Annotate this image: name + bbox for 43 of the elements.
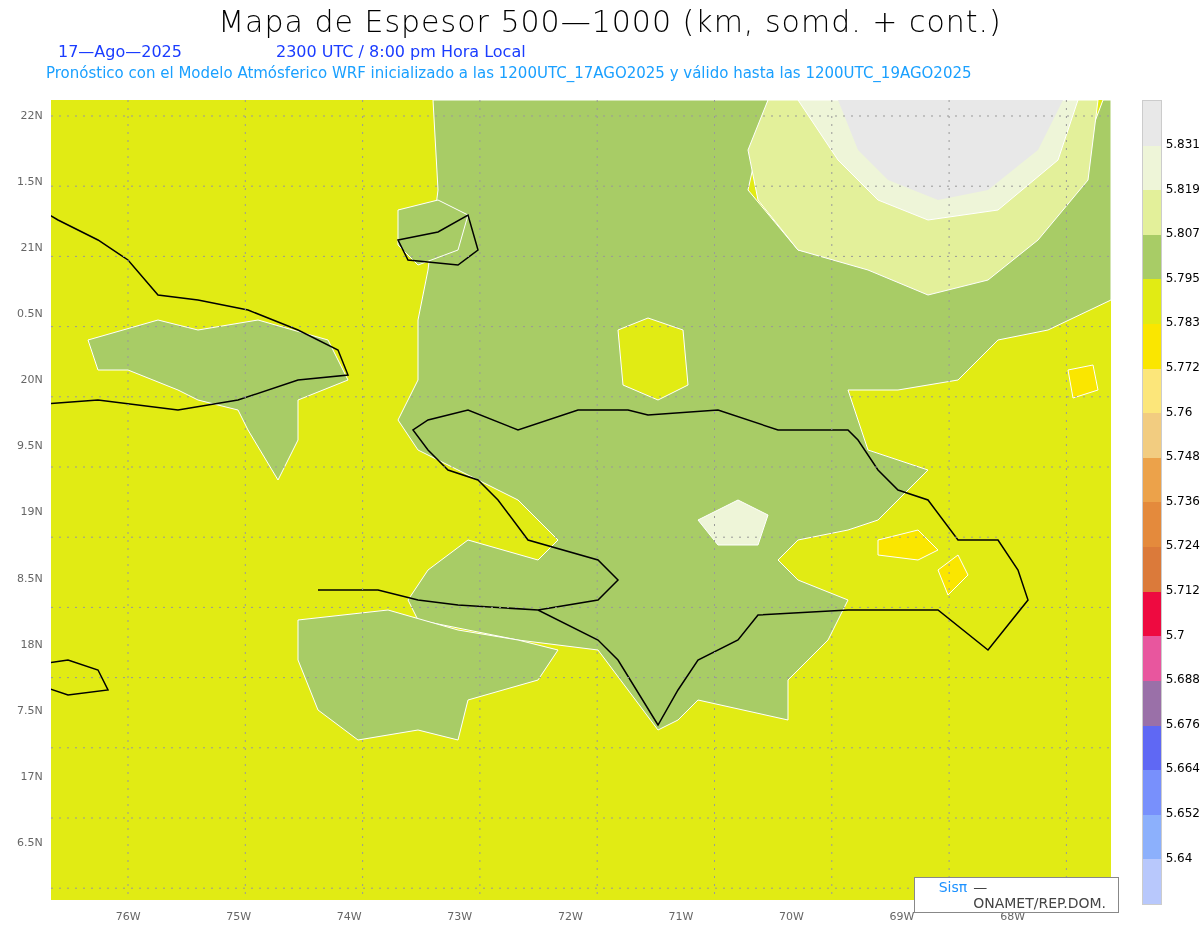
latitude-label: 17N	[19, 768, 44, 785]
latitude-label: 20N	[19, 372, 44, 389]
longitude-label: 71W	[668, 910, 695, 923]
longitude-label: 75W	[226, 910, 253, 923]
legend-label: 5.819	[1165, 180, 1200, 198]
legend-label: 5.664	[1165, 760, 1200, 778]
legend-label: 5.712	[1165, 581, 1200, 599]
legend-label: 5.676	[1165, 715, 1200, 733]
latitude-label: 22N	[19, 108, 44, 124]
legend-label: 5.724	[1165, 537, 1200, 555]
legend-label: 5.688	[1165, 671, 1200, 689]
longitude-label: 72W	[557, 910, 584, 923]
latitude-label: 8.5N	[15, 570, 44, 587]
latitude-label: 1.5N	[15, 174, 44, 191]
legend-label: 5.807	[1165, 225, 1200, 243]
longitude-label: 70W	[779, 910, 805, 923]
forecast-description: Pronóstico con el Modelo Atmósferico WRF inicializado a las 1200UTC_17AGO2025 y válido hasta las 1200UTC_19AGO2025	[45, 64, 973, 82]
legend-label: 5.64	[1165, 849, 1194, 867]
legend-label: 5.795	[1165, 269, 1200, 287]
forecast-time: 2300 UTC / 8:00 pm Hora Local	[275, 42, 526, 63]
latitude-label: 19N	[19, 504, 44, 521]
legend-label: 5.736	[1165, 492, 1200, 510]
longitude-label: 76W	[115, 910, 142, 923]
latitude-label: 18N	[19, 636, 44, 653]
longitude-label: 69W	[889, 910, 916, 923]
forecast-date: 17—Ago—2025	[58, 42, 182, 63]
legend-label: 5.783	[1165, 314, 1200, 332]
latitude-label: 7.5N	[15, 702, 44, 719]
latitude-label: 21N	[19, 240, 44, 257]
longitude-label: 73W	[447, 910, 474, 923]
latitude-label: 0.5N	[15, 306, 44, 323]
longitude-label: 74W	[336, 910, 363, 923]
latitude-label: 6.5N	[15, 834, 44, 851]
map-title: Mapa de Espesor 500—1000 (km, somd. + cont.)	[217, 3, 1003, 41]
legend-label: 5.772	[1165, 358, 1200, 376]
brand-text: Sisπ	[938, 879, 968, 897]
legend-label: 5.748	[1165, 448, 1200, 466]
legend-label: 5.76	[1165, 403, 1194, 421]
credit-text: — ONAMET/REP.DOM.	[973, 879, 1106, 911]
latitude-label: 9.5N	[15, 438, 44, 455]
legend-label: 5.652	[1165, 804, 1200, 822]
legend-label: 5.831	[1165, 136, 1200, 153]
legend-label: 5.7	[1165, 626, 1186, 644]
